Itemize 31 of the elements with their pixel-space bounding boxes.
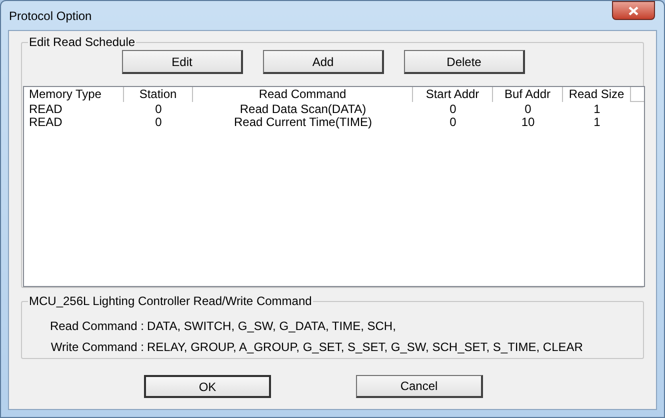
table-cell-text: 0 (524, 103, 532, 116)
dialog-button[interactable]: OK (144, 375, 271, 398)
table-cell-text: 0 (448, 116, 458, 129)
table-cell-text: 1 (592, 103, 602, 116)
dialog-button[interactable]: Cancel (356, 375, 483, 398)
close-icon (628, 6, 639, 16)
table-cell-text: 0 (448, 103, 458, 116)
column-header[interactable]: Memory Type (24, 87, 124, 102)
command-label: Read Command : (48, 318, 145, 335)
table-cell-text: 10 (520, 116, 536, 129)
table-cell-text: Read Current Time(TIME) (232, 116, 374, 129)
table-cell-text: READ (28, 116, 64, 129)
action-button[interactable]: Delete (404, 50, 525, 74)
column-header[interactable]: Read Size (563, 87, 631, 102)
table-cell-text: Read Data Scan(DATA) (238, 103, 368, 116)
close-button[interactable] (612, 1, 655, 20)
table-cell-text: 0 (154, 116, 163, 129)
command-label: Write Command : (50, 339, 145, 356)
command-list: DATA, SWITCH, G_SW, G_DATA, TIME, SCH, (147, 317, 396, 335)
action-button[interactable]: Edit (122, 50, 243, 74)
table-cell-text: READ (28, 103, 64, 116)
action-button[interactable]: Add (263, 50, 384, 74)
table-cell-text: 0 (154, 103, 163, 116)
group-title: MCU_256L Lighting Controller Read/Write Command (28, 294, 313, 309)
table-cell-text: 1 (592, 116, 602, 129)
command-list: RELAY, GROUP, A_GROUP, G_SET, S_SET, G_SW, SCH_SET, S_TIME, CLEAR (147, 338, 583, 356)
window-title: Protocol Option (9, 8, 92, 25)
column-header[interactable]: Station (124, 87, 193, 102)
column-header[interactable]: Read Command (193, 87, 413, 102)
column-header[interactable]: Start Addr (413, 87, 493, 102)
column-header[interactable]: Buf Addr (493, 87, 563, 102)
